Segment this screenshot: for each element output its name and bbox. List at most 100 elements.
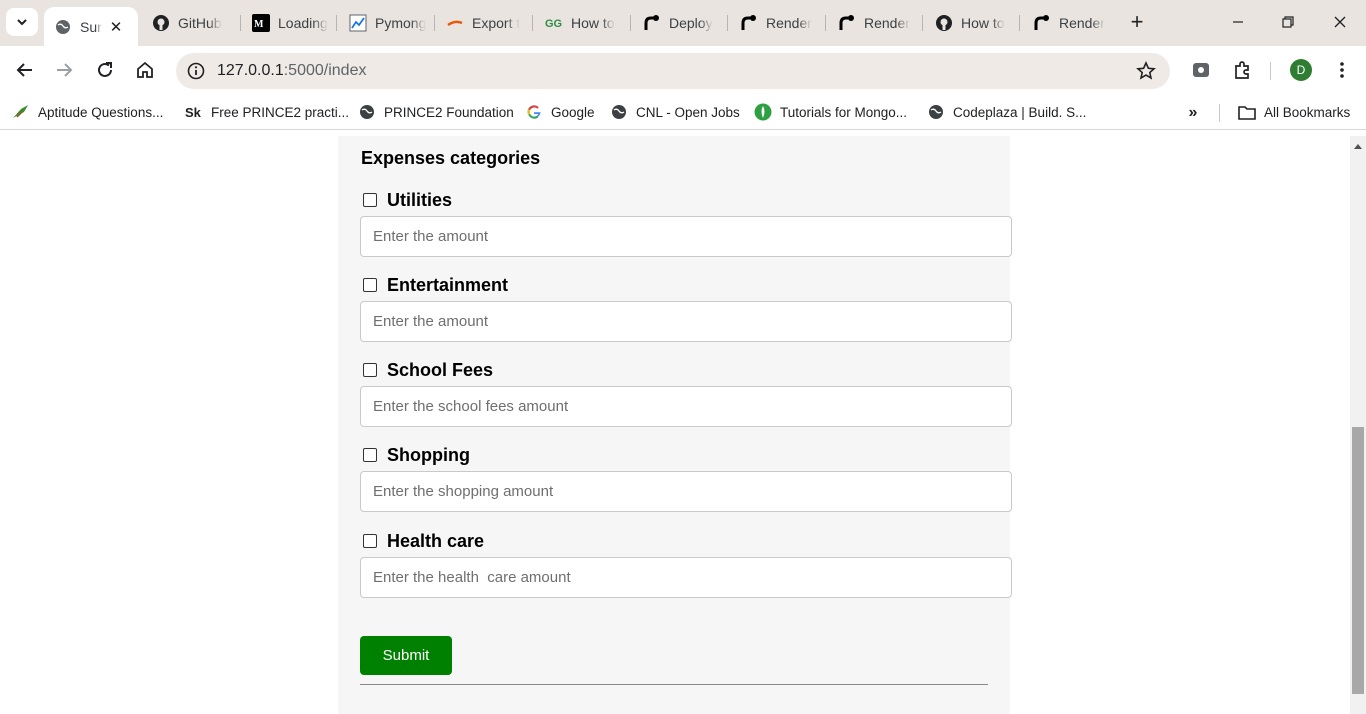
tab-render-2[interactable]: Render — [838, 7, 918, 39]
tab-separator — [240, 15, 241, 31]
utilities-checkbox[interactable] — [363, 193, 377, 207]
avatar: D — [1290, 59, 1312, 81]
entertainment-checkbox[interactable] — [363, 278, 377, 292]
folder-icon — [1238, 103, 1256, 121]
tab-active[interactable]: Sur ✕ — [44, 7, 138, 46]
tab-separator — [1019, 15, 1020, 31]
browser-toolbar: 127.0.0.1:5000/index D — [0, 46, 1366, 94]
tab-title: Render — [766, 15, 812, 31]
shopping-checkbox[interactable] — [363, 448, 377, 462]
home-button[interactable] — [131, 56, 159, 84]
bookmark-label: Aptitude Questions... — [38, 104, 164, 120]
scroll-thumb[interactable] — [1352, 427, 1364, 694]
all-bookmarks-button[interactable]: All Bookmarks — [1238, 102, 1350, 122]
health-care-amount-input[interactable] — [360, 557, 1012, 598]
tab-pymongo[interactable]: Pymong — [349, 7, 429, 39]
bookmark-cnl[interactable]: CNL - Open Jobs — [610, 102, 740, 122]
reload-button[interactable] — [91, 56, 119, 84]
tab-separator — [630, 15, 631, 31]
back-button[interactable] — [11, 56, 39, 84]
plus-icon: + — [1130, 9, 1144, 34]
tab-render-1[interactable]: Render — [740, 7, 820, 39]
address-bar[interactable]: 127.0.0.1:5000/index — [176, 53, 1170, 89]
profile-button[interactable]: D — [1287, 56, 1315, 84]
globe-icon — [358, 103, 376, 121]
render-icon — [740, 14, 758, 32]
tab-separator — [922, 15, 923, 31]
arrow-left-icon — [16, 63, 32, 77]
bookmarks-bar: Aptitude Questions... Sk Free PRINCE2 pr… — [0, 94, 1366, 130]
bookmark-mongo-tutorials[interactable]: Tutorials for Mongo... — [754, 102, 907, 122]
swoosh-icon — [446, 14, 464, 32]
info-icon[interactable] — [186, 61, 206, 81]
url-text[interactable]: 127.0.0.1:5000/index — [217, 62, 366, 80]
form-heading: Expenses categories — [361, 148, 541, 168]
entertainment-amount-input[interactable] — [360, 301, 1012, 342]
browser-menu-button[interactable] — [1328, 56, 1356, 84]
tab-howto-gfg[interactable]: GG How to — [545, 7, 619, 39]
tab-deploy[interactable]: Deploy — [643, 7, 721, 39]
bookmark-label: Google — [551, 104, 595, 120]
shopping-amount-input[interactable] — [360, 471, 1012, 512]
scroll-up-button[interactable] — [1350, 140, 1366, 152]
category-school-fees: School Fees — [360, 358, 1012, 427]
category-health-care: Health care — [360, 529, 1012, 598]
tab-title: Sur — [80, 18, 102, 35]
tab-title: Export t — [472, 15, 521, 31]
tab-strip: Sur ✕ GitHub M Loading Pymong Export t G… — [0, 0, 1366, 46]
tab-title: GitHub — [178, 15, 222, 31]
extension-button[interactable] — [1187, 56, 1215, 84]
utilities-amount-input[interactable] — [360, 216, 1012, 257]
forward-button[interactable] — [50, 56, 78, 84]
school-fees-amount-input[interactable] — [360, 386, 1012, 427]
close-window-button[interactable] — [1317, 8, 1363, 36]
category-label: Entertainment — [387, 274, 509, 295]
tab-separator — [336, 15, 337, 31]
extensions-button[interactable] — [1228, 56, 1256, 84]
tab-render-3[interactable]: Render — [1033, 7, 1113, 39]
new-tab-button[interactable]: + — [1124, 9, 1150, 35]
tab-separator — [532, 15, 533, 31]
render-icon — [643, 14, 661, 32]
bookmark-label: Codeplaza | Build. S... — [953, 104, 1087, 120]
bookmark-label: Tutorials for Mongo... — [780, 104, 908, 120]
gfg-icon: GG — [545, 14, 563, 32]
github-icon — [152, 14, 170, 32]
more-bookmarks-button[interactable]: » — [1182, 103, 1204, 123]
bookmark-prince2-foundation[interactable]: PRINCE2 Foundation — [358, 102, 514, 122]
page-viewport: Expenses categories Utilities Entertainm… — [0, 136, 1350, 714]
toolbar-divider — [1270, 62, 1271, 80]
submit-button[interactable]: Submit — [360, 636, 452, 675]
school-fees-checkbox[interactable] — [363, 363, 377, 377]
kebab-menu-icon — [1340, 62, 1344, 78]
github-icon — [935, 14, 953, 32]
bookmark-google[interactable]: Google — [525, 102, 595, 122]
globe-icon — [54, 18, 72, 36]
bookmark-aptitude[interactable]: Aptitude Questions... — [12, 102, 163, 122]
close-icon[interactable]: ✕ — [110, 18, 123, 36]
globe-icon — [927, 103, 945, 121]
bookmark-prince2-practice[interactable]: Sk Free PRINCE2 practi... — [185, 102, 349, 122]
leaf-icon — [754, 103, 772, 121]
minimize-button[interactable] — [1215, 8, 1261, 36]
tab-title: Pymong — [375, 15, 427, 31]
home-icon — [137, 61, 153, 78]
tab-loading[interactable]: M Loading — [252, 7, 332, 39]
tab-github[interactable]: GitHub — [152, 7, 238, 39]
page-scrollbar[interactable] — [1350, 136, 1366, 714]
bookmark-label: CNL - Open Jobs — [636, 104, 740, 120]
tab-howto-github[interactable]: How to — [935, 7, 1013, 39]
bird-icon — [12, 103, 30, 121]
tab-search-button[interactable] — [6, 8, 38, 36]
restore-icon — [1282, 16, 1294, 28]
bookmark-codeplaza[interactable]: Codeplaza | Build. S... — [927, 102, 1086, 122]
bookmark-label: Free PRINCE2 practi... — [211, 104, 350, 120]
tab-separator — [727, 15, 728, 31]
restore-button[interactable] — [1265, 8, 1311, 36]
caret-up-icon — [1354, 144, 1362, 149]
render-icon — [838, 14, 856, 32]
health-care-checkbox[interactable] — [363, 534, 377, 548]
bookmark-label: PRINCE2 Foundation — [384, 104, 514, 120]
tab-export[interactable]: Export t — [446, 7, 522, 39]
bookmark-star-icon[interactable] — [1136, 61, 1156, 81]
